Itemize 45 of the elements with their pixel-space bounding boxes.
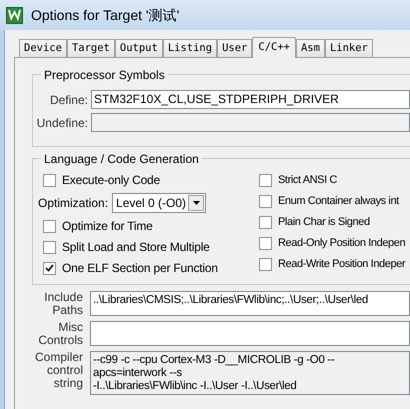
tab[interactable]: Linker	[324, 39, 373, 57]
app-icon	[6, 6, 23, 24]
tab[interactable]: User	[217, 39, 252, 57]
field-label: string	[52, 377, 83, 390]
field-label: Misc	[57, 321, 83, 334]
checkbox-box[interactable]	[259, 216, 272, 228]
dropdown-button[interactable]	[188, 195, 204, 211]
field-label: Paths	[51, 304, 83, 317]
input-field[interactable]: STM32F10X_CL,USE_STDPERIPH_DRIVER	[91, 90, 410, 109]
checkbox[interactable]: Read-Only Position Indepen	[259, 235, 406, 251]
checkbox[interactable]: Read-Write Position Indeper	[259, 256, 406, 272]
input-field[interactable]: ..\Libraries\CMSIS;..\Libraries\FWlib\inc;..\User;..\User\led	[90, 291, 410, 316]
window-title: Options for Target '测试'	[31, 6, 180, 25]
tab[interactable]: Output	[114, 39, 163, 57]
field-label: Controls	[37, 334, 83, 347]
field-label: Optimization:	[38, 195, 108, 212]
checkbox[interactable]: Strict ANSI C	[259, 172, 406, 188]
field-label: Undefine:	[36, 114, 89, 132]
field-label: control	[46, 364, 83, 377]
field-label: Include	[43, 291, 83, 304]
checkbox-box[interactable]	[43, 262, 56, 274]
tab[interactable]: C/C++	[252, 37, 296, 58]
check-icon	[45, 264, 54, 272]
checkbox-box[interactable]	[43, 220, 56, 232]
checkbox-box[interactable]	[43, 240, 56, 254]
tab[interactable]: Asm	[296, 39, 325, 57]
checkbox[interactable]: Enum Container always int	[259, 193, 406, 209]
checkbox[interactable]: Split Load and Store Multiple	[43, 239, 259, 255]
checkbox-box[interactable]	[259, 258, 272, 270]
checkbox-box[interactable]	[259, 236, 272, 250]
tab[interactable]: Target	[66, 39, 115, 57]
field-label: Compiler	[34, 351, 83, 364]
checkbox[interactable]: Plain Char is Signed	[259, 214, 406, 230]
input-field[interactable]	[90, 321, 410, 346]
tab[interactable]: Device	[19, 39, 67, 57]
caret-icon	[192, 201, 200, 205]
checkbox[interactable]: Optimize for Time	[43, 218, 259, 234]
checkbox-box[interactable]	[259, 194, 272, 208]
checkbox[interactable]: One ELF Section per Function	[43, 260, 259, 276]
dropdown[interactable]: Level 0 (-O0)	[112, 193, 206, 213]
checkbox[interactable]: Execute-only Code	[43, 172, 259, 188]
checkbox-box[interactable]	[259, 174, 272, 186]
checkbox-box[interactable]	[43, 174, 56, 186]
field-label: Define:	[48, 92, 89, 108]
tab[interactable]: Listing	[162, 39, 218, 57]
